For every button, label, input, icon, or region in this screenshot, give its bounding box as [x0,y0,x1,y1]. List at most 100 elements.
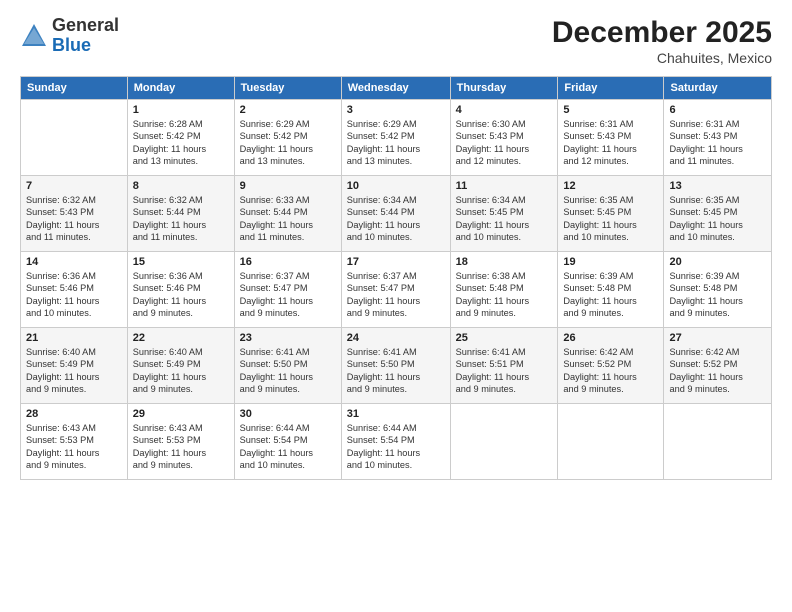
table-row: 12 Sunrise: 6:35 AMSunset: 5:45 PMDayligh… [558,176,664,252]
day-number: 23 [240,332,336,344]
day-number: 8 [133,180,229,192]
day-number: 17 [347,256,445,268]
table-row: 28 Sunrise: 6:43 AMSunset: 5:53 PMDayligh… [21,404,128,480]
calendar-week-row: 1 Sunrise: 6:28 AMSunset: 5:42 PMDaylight… [21,100,772,176]
day-number: 16 [240,256,336,268]
day-info: Sunrise: 6:28 AMSunset: 5:42 PMDaylight:… [133,118,229,168]
col-wednesday: Wednesday [341,77,450,100]
day-number: 6 [669,104,766,116]
day-number: 31 [347,408,445,420]
day-number: 19 [563,256,658,268]
day-info: Sunrise: 6:29 AMSunset: 5:42 PMDaylight:… [240,118,336,168]
day-number: 29 [133,408,229,420]
day-info: Sunrise: 6:30 AMSunset: 5:43 PMDaylight:… [456,118,553,168]
logo-general: General [52,15,119,35]
table-row [558,404,664,480]
day-info: Sunrise: 6:41 AMSunset: 5:50 PMDaylight:… [347,346,445,396]
table-row: 21 Sunrise: 6:40 AMSunset: 5:49 PMDayligh… [21,328,128,404]
day-info: Sunrise: 6:40 AMSunset: 5:49 PMDaylight:… [26,346,122,396]
day-info: Sunrise: 6:44 AMSunset: 5:54 PMDaylight:… [240,422,336,472]
table-row: 24 Sunrise: 6:41 AMSunset: 5:50 PMDayligh… [341,328,450,404]
logo-blue: Blue [52,35,91,55]
day-info: Sunrise: 6:37 AMSunset: 5:47 PMDaylight:… [240,270,336,320]
day-info: Sunrise: 6:36 AMSunset: 5:46 PMDaylight:… [26,270,122,320]
day-info: Sunrise: 6:43 AMSunset: 5:53 PMDaylight:… [133,422,229,472]
day-number: 7 [26,180,122,192]
day-info: Sunrise: 6:34 AMSunset: 5:44 PMDaylight:… [347,194,445,244]
day-info: Sunrise: 6:36 AMSunset: 5:46 PMDaylight:… [133,270,229,320]
table-row: 15 Sunrise: 6:36 AMSunset: 5:46 PMDayligh… [127,252,234,328]
table-row [21,100,128,176]
day-info: Sunrise: 6:42 AMSunset: 5:52 PMDaylight:… [669,346,766,396]
day-number: 13 [669,180,766,192]
day-info: Sunrise: 6:32 AMSunset: 5:44 PMDaylight:… [133,194,229,244]
day-info: Sunrise: 6:35 AMSunset: 5:45 PMDaylight:… [669,194,766,244]
table-row: 30 Sunrise: 6:44 AMSunset: 5:54 PMDayligh… [234,404,341,480]
day-number: 11 [456,180,553,192]
col-tuesday: Tuesday [234,77,341,100]
day-info: Sunrise: 6:37 AMSunset: 5:47 PMDaylight:… [347,270,445,320]
day-number: 3 [347,104,445,116]
day-number: 10 [347,180,445,192]
day-number: 27 [669,332,766,344]
day-info: Sunrise: 6:35 AMSunset: 5:45 PMDaylight:… [563,194,658,244]
table-row: 20Sunrise: 6:39 AMSunset: 5:48 PMDayligh… [664,252,772,328]
day-number: 14 [26,256,122,268]
col-saturday: Saturday [664,77,772,100]
calendar-week-row: 28 Sunrise: 6:43 AMSunset: 5:53 PMDayligh… [21,404,772,480]
day-number: 9 [240,180,336,192]
table-row: 31Sunrise: 6:44 AMSunset: 5:54 PMDayligh… [341,404,450,480]
calendar-week-row: 21 Sunrise: 6:40 AMSunset: 5:49 PMDayligh… [21,328,772,404]
day-info: Sunrise: 6:31 AMSunset: 5:43 PMDaylight:… [563,118,658,168]
table-row: 2 Sunrise: 6:29 AMSunset: 5:42 PMDaylight… [234,100,341,176]
table-row: 11 Sunrise: 6:34 AMSunset: 5:45 PMDayligh… [450,176,558,252]
day-number: 2 [240,104,336,116]
day-number: 22 [133,332,229,344]
day-number: 26 [563,332,658,344]
day-number: 24 [347,332,445,344]
table-row: 6 Sunrise: 6:31 AMSunset: 5:43 PMDaylight… [664,100,772,176]
day-number: 18 [456,256,553,268]
day-info: Sunrise: 6:42 AMSunset: 5:52 PMDaylight:… [563,346,658,396]
day-info: Sunrise: 6:39 AMSunset: 5:48 PMDaylight:… [669,270,766,320]
table-row: 10 Sunrise: 6:34 AMSunset: 5:44 PMDayligh… [341,176,450,252]
calendar-header-row: Sunday Monday Tuesday Wednesday Thursday… [21,77,772,100]
day-number: 28 [26,408,122,420]
day-info: Sunrise: 6:34 AMSunset: 5:45 PMDaylight:… [456,194,553,244]
table-row: 3 Sunrise: 6:29 AMSunset: 5:42 PMDaylight… [341,100,450,176]
table-row: 17 Sunrise: 6:37 AMSunset: 5:47 PMDayligh… [341,252,450,328]
day-info: Sunrise: 6:43 AMSunset: 5:53 PMDaylight:… [26,422,122,472]
table-row: 7 Sunrise: 6:32 AMSunset: 5:43 PMDaylight… [21,176,128,252]
day-info: Sunrise: 6:33 AMSunset: 5:44 PMDaylight:… [240,194,336,244]
header: General Blue December 2025 Chahuites, Me… [20,16,772,66]
day-number: 12 [563,180,658,192]
table-row: 5 Sunrise: 6:31 AMSunset: 5:43 PMDaylight… [558,100,664,176]
calendar-week-row: 7 Sunrise: 6:32 AMSunset: 5:43 PMDaylight… [21,176,772,252]
day-number: 4 [456,104,553,116]
day-info: Sunrise: 6:38 AMSunset: 5:48 PMDaylight:… [456,270,553,320]
table-row: 22Sunrise: 6:40 AMSunset: 5:49 PMDayligh… [127,328,234,404]
day-info: Sunrise: 6:41 AMSunset: 5:50 PMDaylight:… [240,346,336,396]
day-info: Sunrise: 6:31 AMSunset: 5:43 PMDaylight:… [669,118,766,168]
calendar-table: Sunday Monday Tuesday Wednesday Thursday… [20,76,772,480]
day-number: 25 [456,332,553,344]
day-number: 21 [26,332,122,344]
col-monday: Monday [127,77,234,100]
table-row: 23 Sunrise: 6:41 AMSunset: 5:50 PMDayligh… [234,328,341,404]
table-row: 8 Sunrise: 6:32 AMSunset: 5:44 PMDaylight… [127,176,234,252]
table-row: 27 Sunrise: 6:42 AMSunset: 5:52 PMDayligh… [664,328,772,404]
day-info: Sunrise: 6:29 AMSunset: 5:42 PMDaylight:… [347,118,445,168]
day-number: 5 [563,104,658,116]
day-number: 15 [133,256,229,268]
day-info: Sunrise: 6:32 AMSunset: 5:43 PMDaylight:… [26,194,122,244]
logo-text: General Blue [52,16,119,56]
table-row: 14 Sunrise: 6:36 AMSunset: 5:46 PMDayligh… [21,252,128,328]
location: Chahuites, Mexico [552,50,772,66]
day-number: 1 [133,104,229,116]
table-row: 29 Sunrise: 6:43 AMSunset: 5:53 PMDayligh… [127,404,234,480]
table-row: 25 Sunrise: 6:41 AMSunset: 5:51 PMDayligh… [450,328,558,404]
day-number: 30 [240,408,336,420]
day-info: Sunrise: 6:41 AMSunset: 5:51 PMDaylight:… [456,346,553,396]
table-row: 13 Sunrise: 6:35 AMSunset: 5:45 PMDayligh… [664,176,772,252]
logo-icon [20,22,48,50]
